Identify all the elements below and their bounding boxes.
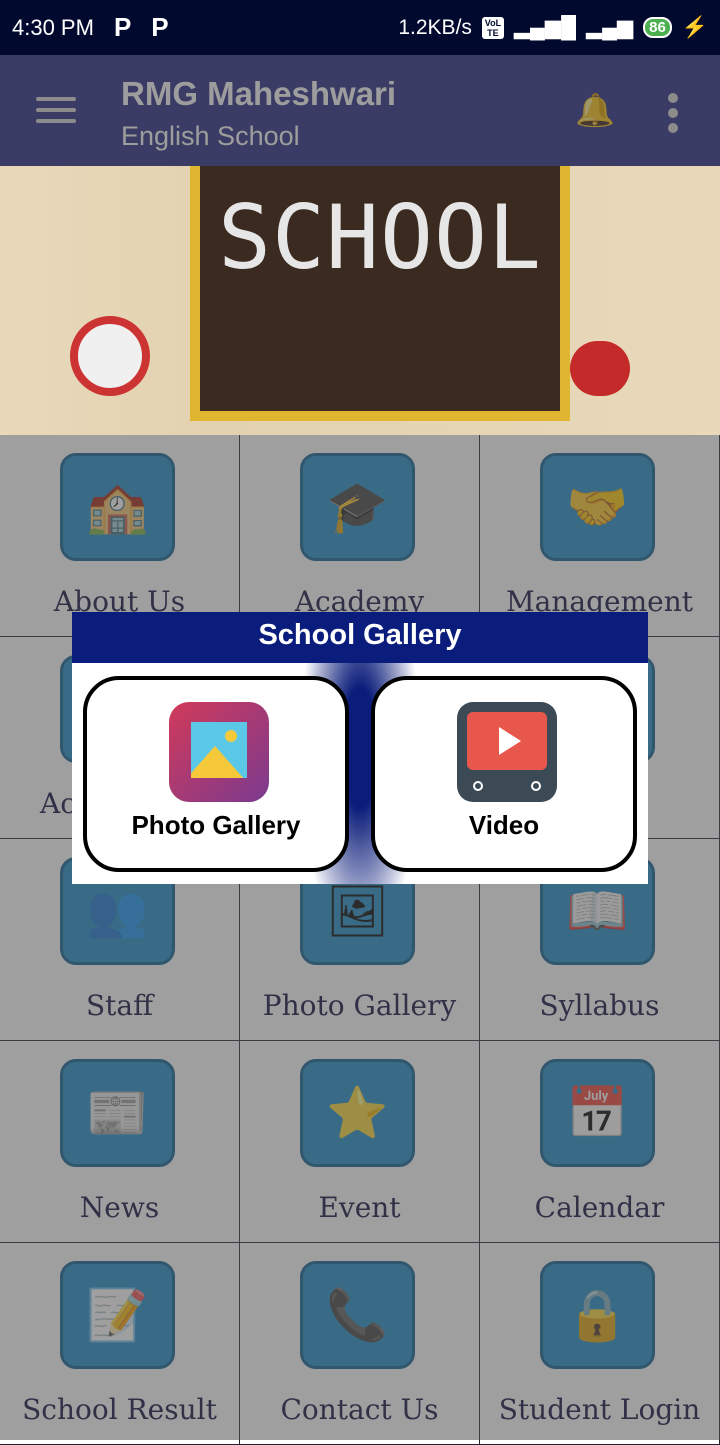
banner-text: SCHOOL	[218, 186, 542, 289]
scrim[interactable]	[0, 435, 720, 1440]
scrim	[0, 55, 720, 166]
video-button[interactable]: Video	[371, 676, 637, 872]
video-icon	[457, 702, 557, 802]
net-speed: 1.2KB/s	[398, 15, 472, 39]
clock-icon	[70, 316, 150, 396]
photo-gallery-icon	[169, 702, 269, 802]
status-time: 4:30 PM	[12, 14, 94, 40]
signal-icon: ▂▄▆█	[513, 16, 576, 39]
notification-icon: P	[113, 12, 132, 42]
chalkboard: SCHOOL	[190, 166, 570, 421]
signal-icon: ▂▄▆	[585, 16, 634, 39]
photo-gallery-button[interactable]: Photo Gallery	[83, 676, 349, 872]
battery-icon: 86	[643, 17, 672, 38]
school-gallery-dialog: School Gallery Photo Gallery Video	[72, 612, 648, 884]
notification-icon: P	[151, 12, 169, 42]
volte-icon: VoLTE	[481, 16, 504, 39]
banner-image: SCHOOL	[0, 166, 720, 435]
charging-icon: ⚡	[681, 15, 708, 39]
status-bar: 4:30 PM P P 1.2KB/s VoLTE ▂▄▆█ ▂▄▆ 86 ⚡	[0, 0, 720, 55]
dialog-title: School Gallery	[72, 612, 648, 663]
apple-icon	[570, 341, 630, 396]
